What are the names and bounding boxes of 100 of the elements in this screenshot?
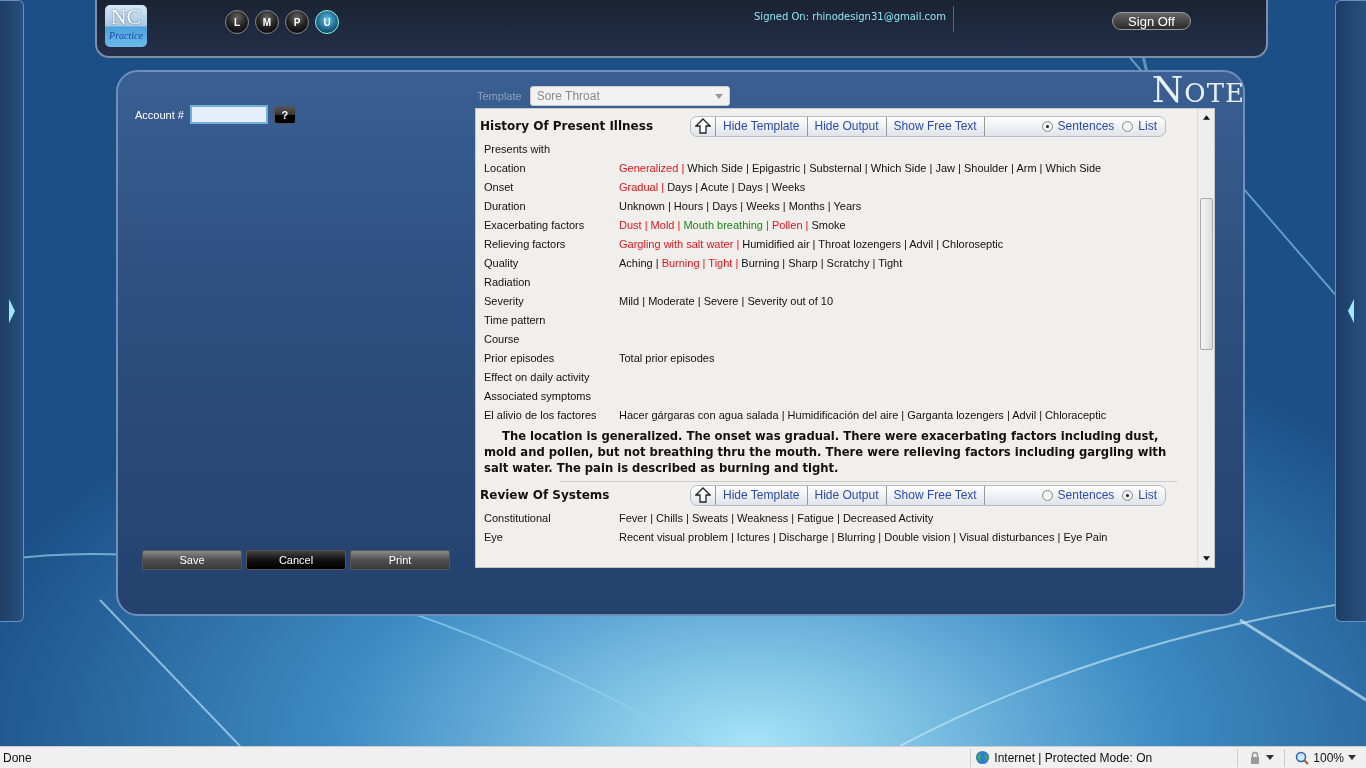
option-link[interactable]: Acute | [700, 180, 735, 193]
toolbar-link[interactable]: Hide Template [716, 116, 808, 136]
option-link[interactable]: Tight | [708, 256, 739, 269]
field-label: Time pattern [484, 313, 547, 326]
option-link[interactable]: Days | [737, 180, 769, 193]
toolbar-link[interactable]: Show Free Text [886, 116, 985, 136]
side-panel-tab[interactable] [1335, 0, 1366, 622]
option-link[interactable]: Generalized | [619, 161, 685, 174]
account-label: Account # [135, 108, 184, 121]
option-link[interactable]: Tight [878, 256, 903, 269]
field-label: Location [484, 161, 527, 174]
option-link[interactable]: Hacer gárgaras con agua salada | [619, 408, 785, 421]
mode-radio[interactable]: List [1122, 119, 1157, 133]
option-link[interactable]: Weeks [771, 180, 806, 193]
sign-off-button[interactable]: Sign Off [1111, 12, 1191, 30]
option-link[interactable]: Arm | [1016, 161, 1043, 174]
option-link[interactable]: Chloraceptic [1045, 408, 1107, 421]
option-link[interactable]: Days | [712, 199, 744, 212]
option-link[interactable]: Advil | [909, 237, 940, 250]
action-button[interactable]: Save [142, 550, 242, 570]
option-link[interactable]: Fever | [619, 511, 654, 524]
option-link[interactable]: Chloroseptic [942, 237, 1004, 250]
option-link[interactable]: Recent visual problem | [619, 530, 734, 543]
option-link[interactable]: Discharge | [778, 530, 835, 543]
option-link[interactable]: Chills | [656, 511, 689, 524]
option-link[interactable]: Visual disturbances | [959, 530, 1061, 543]
mode-radio[interactable]: List [1122, 488, 1157, 502]
field-label: Effect on daily activity [484, 370, 591, 383]
option-link[interactable]: Burning | [661, 256, 706, 269]
option-link[interactable]: Jaw | [935, 161, 961, 174]
option-link[interactable]: Which Side [1045, 161, 1102, 174]
option-link[interactable]: Garganta lozengers | [907, 408, 1010, 421]
option-link[interactable]: Throat lozengers | [818, 237, 907, 250]
option-link[interactable]: Pollen | [771, 218, 809, 231]
option-link[interactable]: Double vision | [884, 530, 957, 543]
option-link[interactable]: Decreased Activity [842, 511, 934, 524]
account-field[interactable] [189, 105, 268, 124]
option-link[interactable]: Weeks | [746, 199, 786, 212]
zoom-level[interactable]: 100% [1313, 750, 1344, 765]
option-link[interactable]: Months | [788, 199, 831, 212]
field-label: Prior episodes [484, 351, 556, 364]
action-button[interactable]: Print [350, 550, 450, 570]
signed-on-text: Signed On: rhinodesign31@gmail.com [754, 11, 946, 22]
help-button[interactable]: ? [273, 105, 296, 124]
chevron-left-icon [1347, 299, 1355, 323]
option-link[interactable]: Days | [667, 180, 699, 193]
option-link[interactable]: Humidified air | [742, 237, 816, 250]
output-paragraph: The location is generalized. The onset was gradual. There were exacerbating factors including dust, mold and pollen, but not breathing thru the mouth. There were relieving factors including gargling with salt water. The pain is described as burning and tight. [483, 428, 1168, 476]
toolbar-link[interactable]: Hide Output [807, 116, 887, 136]
status-text: Done [3, 750, 32, 765]
option-link[interactable]: Moderate | [648, 294, 701, 307]
side-panel-tab[interactable] [0, 0, 24, 622]
option-link[interactable]: Scratchy | [826, 256, 876, 269]
option-link[interactable]: Smoke [811, 218, 846, 231]
option-link[interactable]: Blurring | [837, 530, 882, 543]
mode-radio[interactable]: Sentences [1041, 488, 1115, 502]
option-link[interactable]: Substernal | [809, 161, 868, 174]
module-button[interactable]: M [255, 10, 279, 34]
option-link[interactable]: Total prior episodes [619, 351, 715, 364]
scroll-thumb[interactable] [1199, 198, 1213, 350]
field-label: Onset [484, 180, 515, 193]
option-link[interactable]: Severe | [703, 294, 745, 307]
option-link[interactable]: Weakness | [737, 511, 795, 524]
option-link[interactable]: Dust | [619, 218, 648, 231]
toolbar-link[interactable]: Hide Output [807, 485, 887, 505]
cancel-button[interactable]: Cancel [246, 550, 346, 570]
option-link[interactable]: Epigastric | [751, 161, 807, 174]
option-link[interactable]: Hours | [673, 199, 710, 212]
option-link[interactable]: Gradual | [619, 180, 665, 193]
option-link[interactable]: Gargling with salt water | [619, 237, 740, 250]
toolbar-link[interactable]: Hide Template [716, 485, 808, 505]
option-link[interactable]: Which Side | [687, 161, 749, 174]
option-link[interactable]: Shoulder | [963, 161, 1014, 174]
option-link[interactable]: Mouth breathing | [683, 218, 769, 231]
module-button[interactable]: P [285, 10, 309, 34]
option-link[interactable]: Years [833, 199, 862, 212]
option-link[interactable]: Mild | [619, 294, 646, 307]
scrollbar[interactable] [1197, 109, 1214, 567]
option-link[interactable]: Unknown | [619, 199, 671, 212]
option-link[interactable]: Sweats | [692, 511, 734, 524]
field-label: Eye [484, 530, 504, 543]
option-link[interactable]: Sharp | [788, 256, 824, 269]
option-link[interactable]: Which Side | [870, 161, 933, 174]
mode-radio[interactable]: Sentences [1041, 119, 1115, 133]
caret-icon[interactable] [1266, 755, 1275, 760]
field-label: El alivio de los factores [484, 408, 598, 421]
toolbar-link[interactable]: Show Free Text [886, 485, 985, 505]
caret-icon[interactable] [1348, 755, 1356, 760]
option-link[interactable]: Aching | [619, 256, 659, 269]
option-link[interactable]: Humidificación del aire | [787, 408, 905, 421]
module-button[interactable]: L [225, 10, 249, 34]
option-link[interactable]: Advil | [1012, 408, 1042, 421]
option-link[interactable]: Eye Pain [1063, 530, 1108, 543]
option-link[interactable]: Severity out of 10 [747, 294, 834, 307]
option-link[interactable]: Fatigue | [797, 511, 840, 524]
option-link[interactable]: Ictures | [736, 530, 776, 543]
option-link[interactable]: Mold | [650, 218, 681, 231]
section-title: Review Of Systems [480, 488, 611, 502]
option-link[interactable]: Burning | [741, 256, 786, 269]
field-label: Severity [484, 294, 525, 307]
